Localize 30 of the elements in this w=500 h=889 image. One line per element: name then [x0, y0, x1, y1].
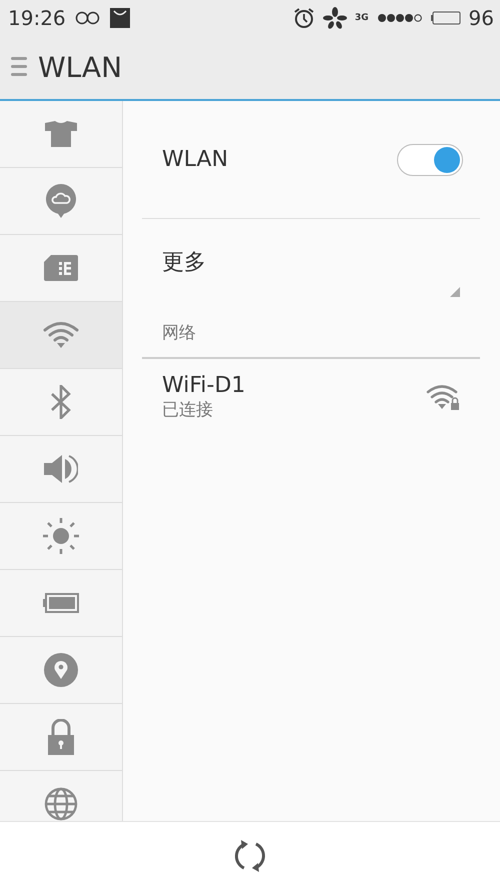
wlan-toggle[interactable]	[397, 144, 463, 176]
refresh-icon[interactable]	[233, 838, 267, 872]
network-name[interactable]: WiFi-D1	[162, 372, 246, 398]
network-type: 3G	[354, 12, 369, 22]
wlan-label: WLAN	[162, 147, 228, 172]
location-pin-icon	[44, 653, 78, 687]
globe-icon	[44, 787, 78, 821]
battery-percent: 96	[468, 6, 494, 30]
shirt-icon	[45, 121, 77, 147]
battery-icon	[430, 10, 461, 24]
speaker-icon	[44, 454, 78, 484]
infinity-icon	[74, 10, 102, 24]
bluetooth-icon	[50, 385, 72, 419]
flower-icon	[322, 6, 347, 28]
alarm-icon	[292, 6, 315, 28]
cloud-pin-icon	[46, 184, 76, 218]
brightness-icon	[43, 518, 79, 554]
more-item[interactable]: 更多	[142, 219, 480, 307]
network-status: 已连接	[162, 398, 214, 420]
status-time: 19:26	[8, 6, 66, 30]
menu-icon[interactable]	[10, 55, 28, 79]
sim-card-icon	[44, 255, 78, 281]
wifi-icon	[43, 321, 79, 349]
lock-icon	[47, 719, 75, 755]
battery-icon	[43, 593, 79, 613]
page-title: WLAN	[38, 50, 122, 84]
sidebar-item[interactable]	[0, 302, 122, 369]
signal-dots-icon	[376, 12, 423, 22]
section-heading: 网络	[162, 322, 196, 344]
bag-icon	[110, 8, 130, 28]
